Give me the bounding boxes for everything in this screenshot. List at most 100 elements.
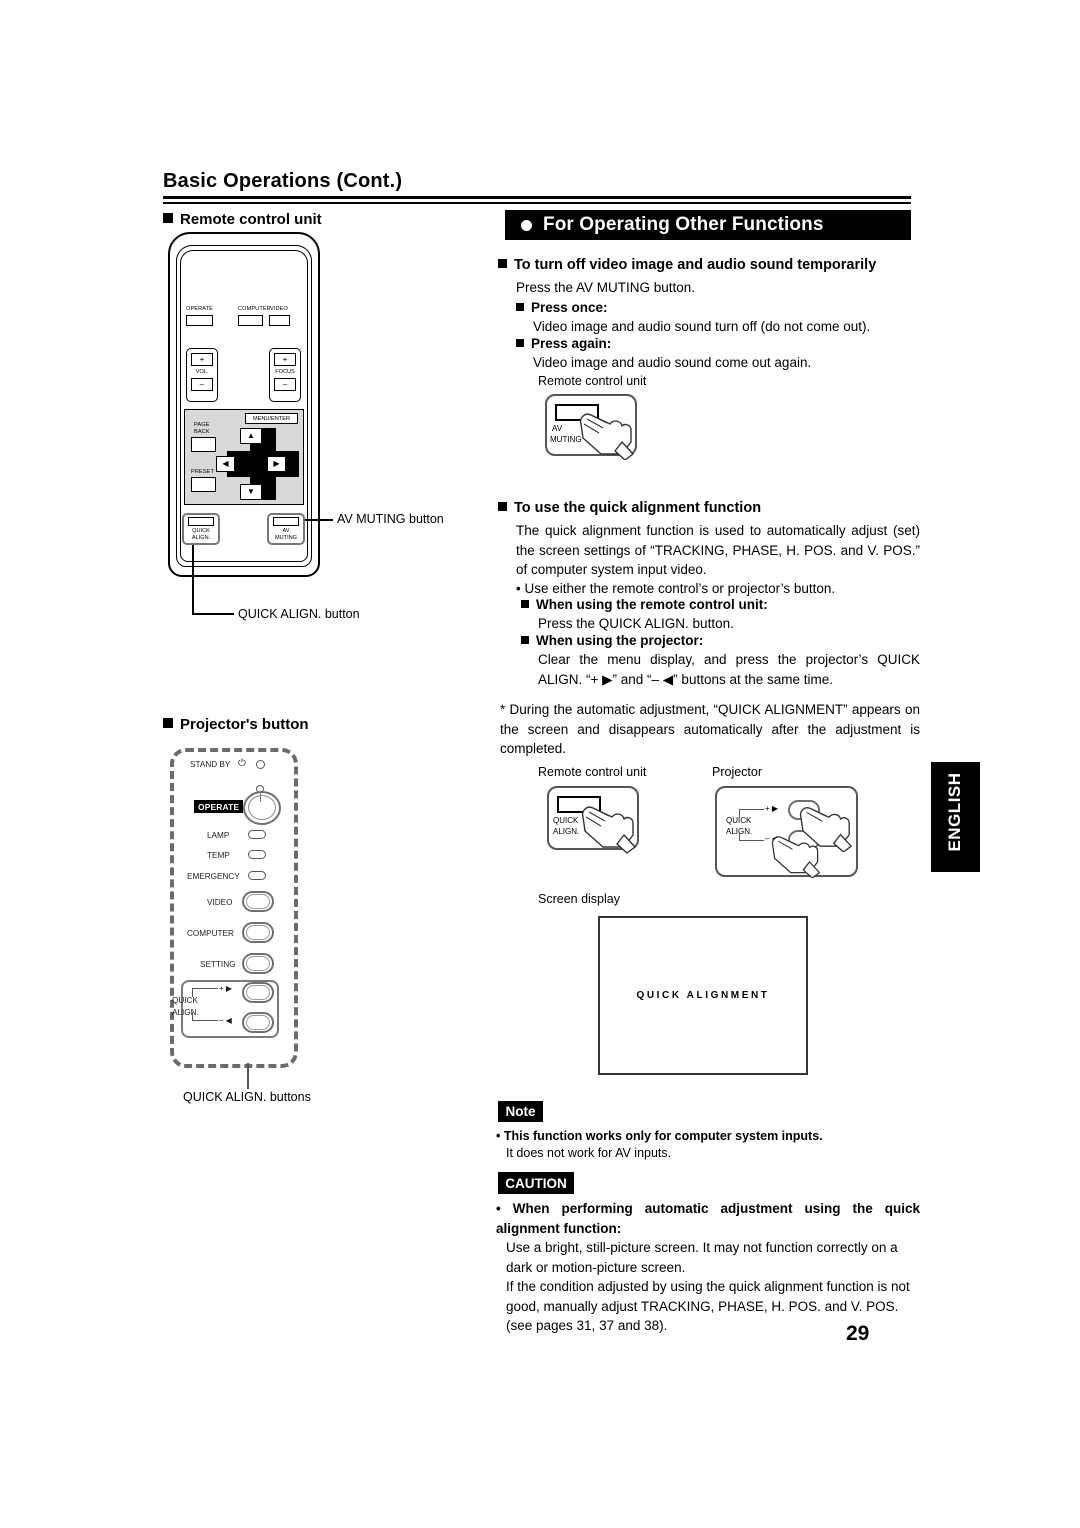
projector-panel-diagram: STAND BY ⏻ OPERATE LAMP TEMP EMERGENCY V… — [170, 748, 298, 1068]
projector-quick-align-minus-inner — [246, 1015, 270, 1030]
remote-quick-align-label-2: ALIGN. — [191, 535, 211, 541]
remote-computer-button[interactable] — [238, 315, 263, 326]
english-side-tab: ENGLISH — [931, 762, 980, 872]
projector-standby-led — [256, 760, 265, 769]
projector-quick-bracket-upper-h — [192, 988, 218, 990]
remote-cursor-right-button[interactable]: ▶ — [267, 456, 286, 472]
quick-align-remote-figure-caption: Remote control unit — [538, 765, 647, 779]
note-tag: Note — [498, 1101, 543, 1122]
press-again-label: Press again: — [516, 336, 611, 351]
bullet-square-icon — [516, 303, 524, 311]
projector-figure-plus-label: + ▶ — [765, 804, 779, 813]
screen-display-text: QUICK ALIGNMENT — [636, 990, 770, 1001]
quick-align-figure-label-2: ALIGN. — [553, 827, 580, 836]
projector-operate-label: OPERATE — [194, 800, 244, 813]
bullet-dot-icon — [521, 219, 532, 231]
remote-back-label: BACK — [194, 429, 210, 435]
remote-page-label: PAGE — [194, 422, 210, 428]
remote-volume-down-button[interactable]: – — [191, 378, 213, 391]
press-again-text: Video image and audio sound come out aga… — [533, 355, 812, 370]
remote-av-muting-button[interactable] — [273, 517, 299, 526]
hand-pressing-lower-icon — [771, 836, 821, 878]
av-muting-figure-label-1: AV — [552, 424, 563, 433]
projector-quick-align-plus-inner — [246, 985, 270, 1000]
av-muting-intro: Press the AV MUTING button. — [516, 280, 696, 295]
projector-temp-indicator — [248, 850, 266, 859]
remote-preset-button[interactable] — [191, 477, 216, 492]
quick-alignment-heading: To use the quick alignment function — [498, 500, 761, 516]
remote-focus-up-button[interactable]: + — [274, 353, 296, 366]
hand-pressing-icon — [579, 413, 634, 460]
asterisk-note: * During the automatic adjustment, “QUIC… — [500, 702, 920, 756]
page-number: 29 — [846, 1322, 870, 1345]
remote-video-label: VIDEO — [270, 306, 288, 312]
bullet-square-icon — [163, 718, 173, 728]
projector-setting-button-inner — [246, 956, 270, 971]
bullet-square-icon — [521, 636, 529, 644]
projector-computer-label: COMPUTER — [187, 929, 234, 938]
remote-computer-label: COMPUTER — [238, 306, 271, 312]
section-banner: For Operating Other Functions — [505, 210, 911, 240]
projector-quick-bracket-lower-h — [192, 1020, 218, 1022]
caution-tag: CAUTION — [498, 1172, 574, 1194]
projectors-button-heading: Projector's button — [163, 716, 309, 733]
remote-page-back-button[interactable] — [191, 437, 216, 452]
quick-alignment-paragraph: The quick alignment function is used to … — [516, 523, 920, 577]
quick-align-leader-vertical — [192, 545, 194, 614]
projector-figure-bracket-upper-h — [739, 809, 764, 811]
remote-cursor-left-button[interactable]: ◀ — [216, 456, 235, 472]
quick-align-remote-figure: QUICK ALIGN. — [547, 786, 639, 854]
remote-control-diagram: OPERATE COMPUTER VIDEO + VOL. – + FOCUS … — [168, 232, 320, 577]
remote-focus-down-button[interactable]: – — [274, 378, 296, 391]
quick-align-buttons-callout-label: QUICK ALIGN. buttons — [183, 1090, 311, 1104]
projector-emergency-indicator — [248, 871, 266, 880]
projector-figure-bracket-lower-h — [739, 840, 764, 842]
av-muting-figure-caption: Remote control unit — [538, 374, 647, 388]
remote-av-muting-label-1: AV — [282, 528, 290, 534]
bullet-square-icon — [498, 502, 507, 511]
remote-preset-label: PRESET — [191, 469, 214, 475]
av-muting-figure: AV MUTING — [545, 394, 637, 460]
projector-quick-label-1: QUICK — [172, 996, 198, 1005]
quick-align-leader-horizontal — [192, 613, 234, 615]
press-once-text: Video image and audio sound turn off (do… — [533, 319, 871, 334]
projector-video-label: VIDEO — [207, 898, 233, 907]
caution-paragraph-1: Use a bright, still-picture screen. It m… — [506, 1240, 898, 1275]
projector-lamp-label: LAMP — [207, 831, 230, 840]
bullet-square-icon — [516, 339, 524, 347]
caution-bullet: • When performing automatic adjustment u… — [496, 1201, 920, 1236]
using-remote-text: Press the QUICK ALIGN. button. — [538, 616, 734, 631]
projector-quick-label-2: ALIGN. — [172, 1008, 199, 1017]
screen-display-box: QUICK ALIGNMENT — [598, 916, 808, 1075]
remote-cursor-up-button[interactable]: ▲ — [240, 428, 262, 444]
remote-operate-button[interactable] — [186, 315, 213, 326]
remote-quick-align-button[interactable] — [188, 517, 214, 526]
projector-video-button-inner — [246, 894, 270, 909]
projector-lamp-indicator — [248, 830, 266, 839]
english-side-tab-label: ENGLISH — [945, 772, 964, 852]
remote-volume-up-button[interactable]: + — [191, 353, 213, 366]
hand-pressing-icon — [581, 806, 636, 854]
projector-computer-button-inner — [246, 925, 270, 940]
av-muting-leader-line — [305, 519, 333, 521]
remote-cursor-cross — [227, 428, 299, 500]
projector-setting-label: SETTING — [200, 960, 236, 969]
av-muting-callout-label: AV MUTING button — [337, 512, 444, 526]
bullet-square-icon — [521, 600, 529, 608]
remote-volume-label: VOL. — [195, 369, 209, 375]
remote-menu-enter-button[interactable]: MENU/ENTER — [245, 413, 298, 424]
remote-cursor-down-button[interactable]: ▼ — [240, 484, 262, 500]
header-rule-thick — [163, 196, 911, 199]
projector-standby-label: STAND BY — [190, 760, 231, 769]
quick-align-figure-label-1: QUICK — [553, 816, 579, 825]
projector-emergency-label: EMERGENCY — [187, 872, 240, 881]
quick-align-projector-figure: QUICK ALIGN. + ▶ – ◀ — [715, 786, 858, 878]
remote-video-button[interactable] — [269, 315, 290, 326]
remote-quick-align-label-1: QUICK — [192, 528, 210, 534]
projector-quick-minus-label: – ◀ — [219, 1016, 232, 1025]
note-body: It does not work for AV inputs. — [506, 1146, 672, 1160]
using-projector-label: When using the projector: — [521, 633, 703, 648]
power-icon: ⏻ — [238, 758, 246, 769]
quick-alignment-bullet: • Use either the remote control’s or pro… — [516, 581, 836, 596]
header-rule-thin — [163, 202, 911, 204]
